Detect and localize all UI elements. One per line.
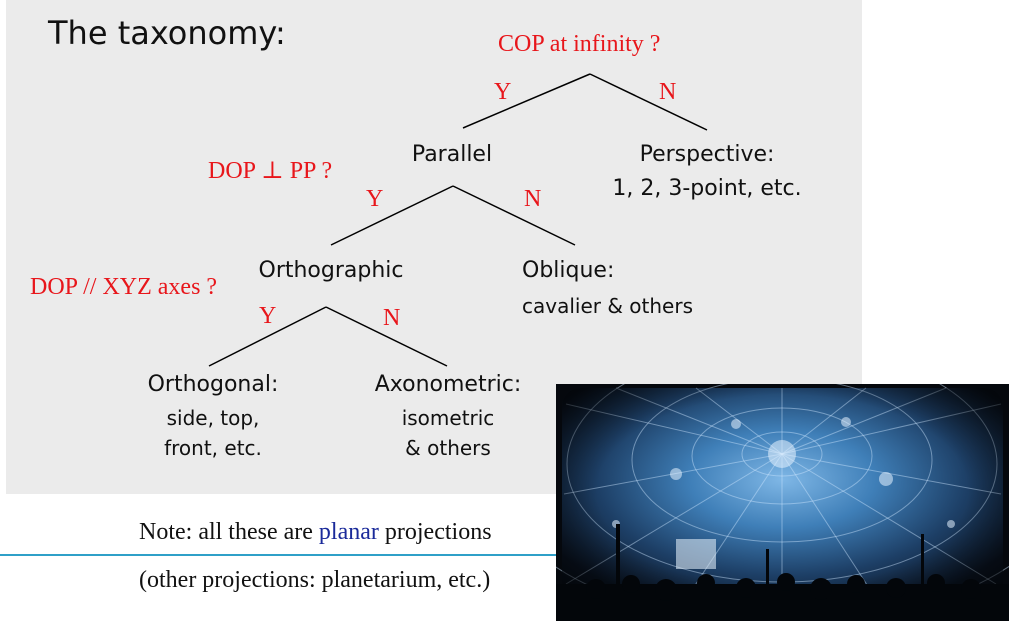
edge-root-perspective: [589, 73, 708, 131]
node-oblique: Oblique:: [522, 258, 615, 283]
node-orthogonal-sub1: side, top,: [166, 406, 260, 430]
label-no-parallel: N: [524, 186, 542, 212]
label-yes-root: Y: [494, 79, 512, 105]
edge-root-parallel: [462, 73, 591, 129]
question-dop-xyz-axes: DOP // XYZ axes ?: [30, 274, 218, 300]
label-yes-ortho: Y: [259, 303, 277, 329]
note-planar-highlight: planar: [318, 519, 379, 545]
node-axonometric-sub2: & others: [405, 436, 491, 460]
node-perspective: Perspective:: [639, 142, 775, 167]
node-parallel: Parallel: [411, 142, 493, 167]
edge-parallel-orthographic: [330, 185, 454, 246]
node-orthogonal-sub2: front, etc.: [164, 436, 262, 460]
label-yes-parallel: Y: [366, 186, 384, 212]
note-planar: Note: all these are planar projections: [139, 519, 492, 546]
label-no-ortho: N: [383, 305, 401, 331]
node-oblique-sub: cavalier & others: [522, 294, 693, 318]
divider-rule: [0, 554, 560, 556]
node-axonometric-sub1: isometric: [401, 406, 495, 430]
question-dop-perp-pp: DOP ⊥ PP ?: [208, 158, 333, 184]
note-prefix: Note: all these are: [139, 519, 319, 545]
node-perspective-sub: 1, 2, 3-point, etc.: [612, 176, 802, 201]
node-orthogonal: Orthogonal:: [147, 372, 279, 397]
planetarium-dome-photo: [556, 384, 1009, 621]
question-cop-infinity: COP at infinity ?: [498, 31, 661, 57]
edge-parallel-oblique: [452, 185, 576, 246]
node-axonometric: Axonometric:: [374, 372, 522, 397]
node-orthographic: Orthographic: [258, 258, 404, 283]
label-no-root: N: [659, 79, 677, 105]
note-suffix: projections: [378, 519, 492, 545]
note-other-projections: (other projections: planetarium, etc.): [139, 567, 491, 593]
